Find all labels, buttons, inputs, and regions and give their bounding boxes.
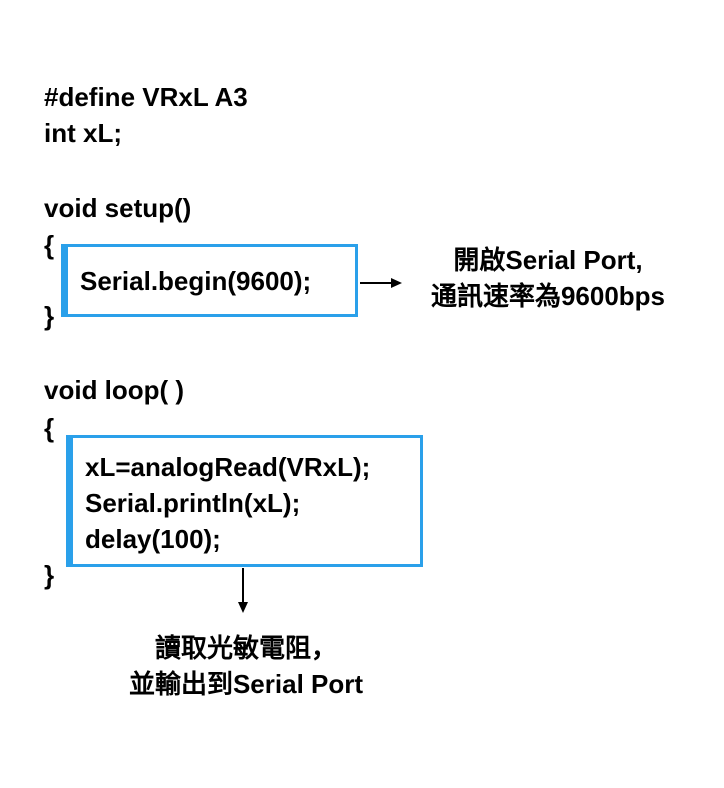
loop-body-line-3: delay(100); [85,524,221,554]
loop-close-brace: } [44,560,55,590]
setup-close-brace: } [44,301,55,331]
variable-declaration: int xL; [44,118,122,148]
setup-note: 開啟Serial Port, 通訊速率為9600bps [410,242,686,314]
loop-note: 讀取光敏電阻， 並輸出到Serial Port [96,630,396,702]
setup-body-line: Serial.begin(9600); [80,266,312,296]
down-arrow-icon [238,568,248,613]
right-arrow-icon [360,278,402,288]
loop-note-line-2: 並輸出到Serial Port [128,669,364,699]
setup-note-line-1: 開啟Serial Port, [453,245,643,275]
loop-note-line-1: 讀取光敏電阻， [154,633,337,663]
setup-body-box: Serial.begin(9600); [61,244,358,317]
setup-open-brace: { [44,230,55,260]
setup-signature: void setup() [44,193,192,223]
loop-body-line-2: Serial.println(xL); [85,488,301,518]
setup-note-line-2: 通訊速率為9600bps [430,281,666,311]
loop-signature: void loop( ) [44,375,185,405]
loop-body-line-1: xL=analogRead(VRxL); [85,452,371,482]
define-line: #define VRxL A3 [44,82,248,112]
loop-body-box: xL=analogRead(VRxL); Serial.println(xL);… [66,435,423,567]
loop-open-brace: { [44,413,55,443]
